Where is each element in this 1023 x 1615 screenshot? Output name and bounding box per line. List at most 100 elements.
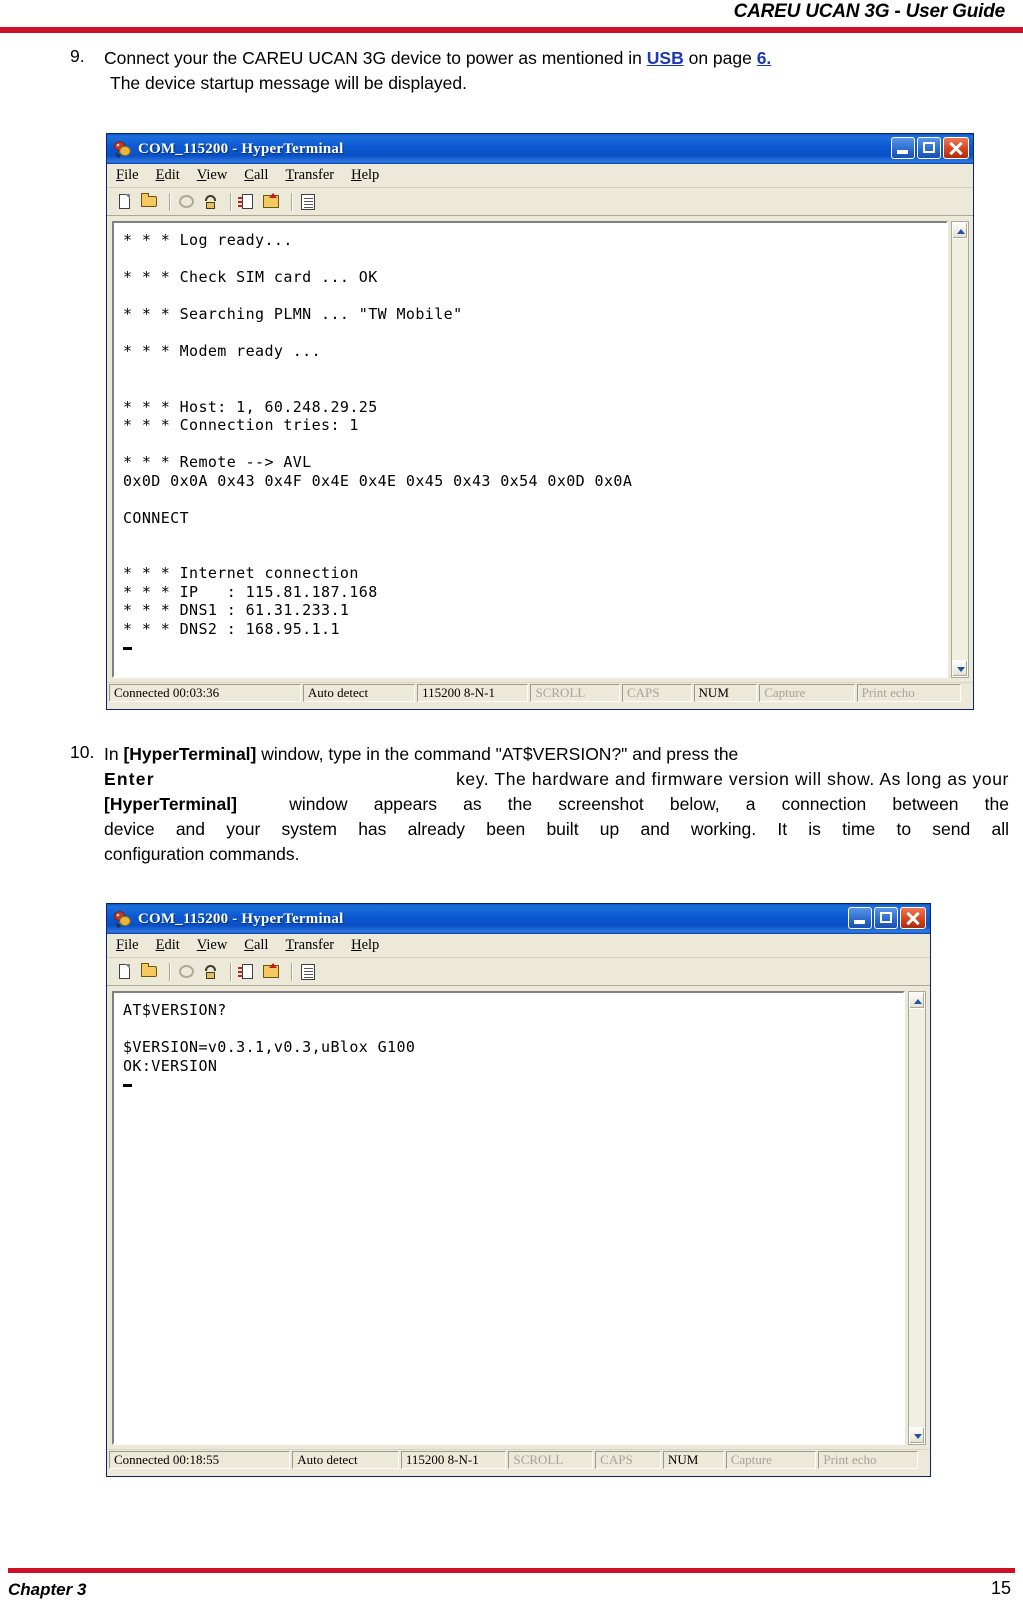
receive-file-icon[interactable] <box>261 192 282 212</box>
step-text: Connect your the CAREU UCAN 3G device to… <box>104 46 1004 96</box>
terminal-line: 0x0D 0x0A 0x43 0x4F 0x4E 0x4E 0x45 0x43 … <box>123 471 633 490</box>
status-scroll: SCROLL <box>530 684 620 702</box>
menu-item-call[interactable]: Call <box>244 167 268 184</box>
terminal-line: * * * Check SIM card ... OK <box>123 268 378 286</box>
toolbar[interactable] <box>107 188 973 216</box>
toolbar-separator <box>291 962 292 981</box>
hyperterminal-window-2[interactable]: COM_115200 - HyperTerminal File Edit Vie… <box>106 903 931 1477</box>
maximize-button[interactable] <box>874 907 898 929</box>
toolbar-separator <box>230 962 231 981</box>
open-icon[interactable] <box>139 192 160 212</box>
minimize-button[interactable] <box>848 907 872 929</box>
receive-file-icon[interactable] <box>261 962 282 982</box>
step-item-9: 9. Connect your the CAREU UCAN 3G device… <box>60 46 1005 96</box>
scrollbar-track[interactable] <box>952 239 968 660</box>
title-bar[interactable]: COM_115200 - HyperTerminal <box>107 904 930 934</box>
status-connected: Connected 00:18:55 <box>109 1451 291 1469</box>
step-number: 9. <box>70 46 85 66</box>
scroll-up-arrow-icon[interactable] <box>952 222 968 239</box>
new-connection-icon[interactable] <box>115 962 136 982</box>
menu-item-transfer[interactable]: Transfer <box>285 167 334 184</box>
link-page-6[interactable]: 6. <box>757 48 772 68</box>
menu-bar[interactable]: File Edit View Call Transfer Help <box>107 164 973 188</box>
scroll-down-arrow-icon[interactable] <box>909 1427 925 1444</box>
open-icon[interactable] <box>139 962 160 982</box>
status-settings: 115200 8-N-1 <box>417 684 529 702</box>
vertical-scrollbar[interactable] <box>951 221 969 678</box>
send-file-icon[interactable] <box>237 962 258 982</box>
step-number: 10. <box>70 742 95 762</box>
hyperterminal-app-icon <box>113 140 132 159</box>
status-caps: CAPS <box>595 1451 661 1469</box>
properties-icon[interactable] <box>298 962 319 982</box>
scrollbar-track[interactable] <box>909 1009 925 1427</box>
status-scroll: SCROLL <box>508 1451 594 1469</box>
status-print-echo: Print echo <box>856 684 961 702</box>
call-icon[interactable] <box>176 192 197 212</box>
menu-item-edit[interactable]: Edit <box>156 167 180 184</box>
terminal-line: * * * Internet connection <box>123 564 359 582</box>
terminal-output[interactable]: AT$VERSION? $VERSION=v0.3.1,v0.3,uBlox G1… <box>112 991 905 1445</box>
terminal-line: * * * DNS1 : 61.31.233.1 <box>123 601 350 619</box>
terminal-line: $VERSION=v0.3.1,v0.3,uBlox G100 <box>123 1038 416 1056</box>
menu-item-help[interactable]: Help <box>351 167 379 184</box>
status-detect: Auto detect <box>292 1451 399 1469</box>
menu-item-help[interactable]: Help <box>351 937 379 954</box>
scroll-down-arrow-icon[interactable] <box>952 660 968 677</box>
status-capture: Capture <box>759 684 855 702</box>
toolbar-separator <box>291 192 292 211</box>
vertical-scrollbar[interactable] <box>908 991 926 1445</box>
menu-item-view[interactable]: View <box>197 937 228 954</box>
status-print-echo: Print echo <box>818 1451 918 1469</box>
close-button[interactable] <box>943 137 969 159</box>
step10-l1-b: window, type in the command "AT$VERSION?… <box>256 744 739 764</box>
menu-item-edit[interactable]: Edit <box>156 937 180 954</box>
send-file-icon[interactable] <box>237 192 258 212</box>
menu-item-file[interactable]: File <box>116 167 139 184</box>
menu-item-file[interactable]: File <box>116 937 139 954</box>
step9-text-a: Connect your the CAREU UCAN 3G device to… <box>104 48 647 68</box>
status-bar: Connected 00:03:36 Auto detect 115200 8-… <box>107 682 973 704</box>
step10-l3-bold: [HyperTerminal] <box>104 794 237 814</box>
new-connection-icon[interactable] <box>115 192 136 212</box>
status-detect: Auto detect <box>302 684 416 702</box>
minimize-button[interactable] <box>891 137 915 159</box>
title-bar[interactable]: COM_115200 - HyperTerminal <box>107 134 973 164</box>
hyperterminal-window-1[interactable]: COM_115200 - HyperTerminal File Edit Vie… <box>106 133 974 710</box>
terminal-cursor <box>123 638 940 657</box>
terminal-client-area: * * * Log ready... * * * Check SIM card .… <box>107 216 973 682</box>
menu-item-transfer[interactable]: Transfer <box>285 937 334 954</box>
footer-page-number: 15 <box>990 1578 1011 1598</box>
terminal-line: * * * Host: 1, 60.248.29.25 <box>123 397 378 416</box>
link-usb[interactable]: USB <box>647 48 684 68</box>
terminal-client-area: AT$VERSION? $VERSION=v0.3.1,v0.3,uBlox G1… <box>107 986 930 1449</box>
terminal-output[interactable]: * * * Log ready... * * * Check SIM card .… <box>112 221 948 678</box>
properties-icon[interactable] <box>298 192 319 212</box>
terminal-line: * * * Log ready... <box>123 231 293 249</box>
close-button[interactable] <box>900 907 926 929</box>
toolbar[interactable] <box>107 958 930 986</box>
toolbar-separator <box>169 962 170 981</box>
status-connected: Connected 00:03:36 <box>109 684 301 702</box>
call-icon[interactable] <box>176 962 197 982</box>
toolbar-separator <box>230 192 231 211</box>
maximize-button[interactable] <box>917 137 941 159</box>
disconnect-icon[interactable] <box>200 962 221 982</box>
disconnect-icon[interactable] <box>200 192 221 212</box>
terminal-line: CONNECT <box>123 508 190 527</box>
menu-item-call[interactable]: Call <box>244 937 268 954</box>
terminal-cursor <box>123 1075 897 1094</box>
window-title: COM_115200 - HyperTerminal <box>138 140 344 157</box>
menu-bar[interactable]: File Edit View Call Transfer Help <box>107 934 930 958</box>
status-filler <box>963 684 969 702</box>
menu-item-view[interactable]: View <box>197 167 228 184</box>
step9-text-b: on page <box>683 48 757 68</box>
scroll-up-arrow-icon[interactable] <box>909 992 925 1009</box>
terminal-line: AT$VERSION? <box>123 1001 227 1019</box>
status-num: NUM <box>693 684 758 702</box>
